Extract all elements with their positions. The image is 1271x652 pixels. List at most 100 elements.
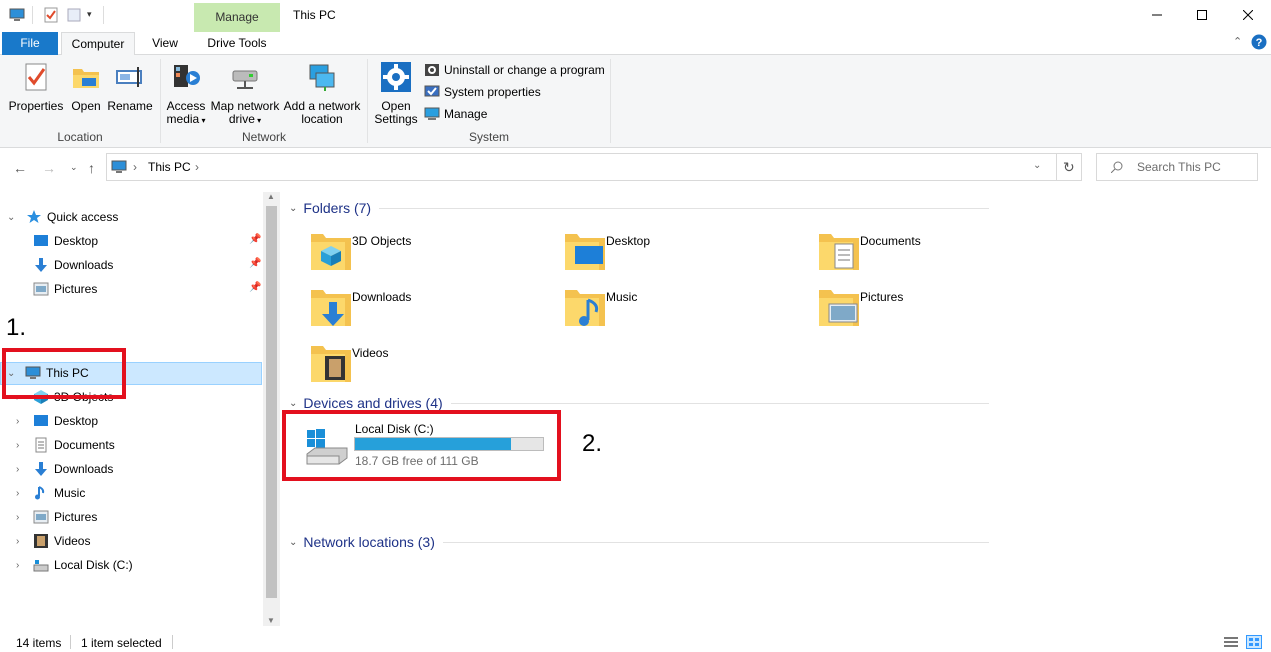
nav-desktop[interactable]: Desktop	[33, 410, 98, 432]
properties-icon	[25, 63, 47, 91]
scroll-thumb[interactable]	[266, 206, 277, 598]
network-section-header[interactable]: ⌄ Network locations (3)	[289, 532, 989, 552]
pin-icon[interactable]: 📌	[249, 282, 261, 293]
settings-gear-icon	[381, 62, 411, 92]
folder-desktop-icon	[565, 234, 605, 270]
rename-button[interactable]: Rename	[107, 61, 153, 113]
nav-quick-access[interactable]: Quick access	[26, 206, 118, 228]
system-properties-button[interactable]: System properties	[424, 83, 541, 101]
ribbon-separator	[610, 59, 611, 143]
system-group-label: System	[468, 130, 509, 144]
nav-documents[interactable]: Documents	[33, 434, 115, 456]
customize-quick-access-icon[interactable]: ▾	[87, 9, 92, 20]
tab-view[interactable]: View	[143, 32, 187, 55]
pictures-icon	[33, 510, 49, 524]
folder-pictures[interactable]: Pictures	[815, 284, 1055, 334]
chevron-right-icon[interactable]: ›	[16, 416, 19, 427]
scroll-up-icon[interactable]: ▲	[267, 192, 275, 201]
this-pc-icon	[111, 160, 127, 173]
nav-quick-pictures[interactable]: Pictures	[33, 278, 97, 300]
nav-label: Videos	[54, 534, 91, 548]
folder-desktop[interactable]: Desktop	[561, 228, 801, 278]
large-icons-view-icon[interactable]	[1246, 635, 1262, 649]
nav-label: Documents	[54, 438, 115, 452]
forward-arrow-icon[interactable]: →	[42, 160, 56, 176]
close-button[interactable]	[1225, 0, 1271, 30]
up-arrow-icon[interactable]: ↑	[88, 160, 95, 176]
open-settings-button[interactable]: Open Settings	[372, 61, 420, 126]
dropdown-arrow-icon: ▾	[254, 116, 262, 125]
collapse-ribbon-icon[interactable]: ⌃	[1233, 35, 1242, 48]
desktop-icon	[34, 235, 48, 246]
close-icon	[1243, 10, 1253, 20]
recent-locations-chevron-icon[interactable]: ⌄	[70, 162, 78, 173]
chevron-right-icon[interactable]: ›	[16, 512, 19, 523]
chevron-right-icon[interactable]: ›	[16, 488, 19, 499]
folder-3d-objects[interactable]: 3D Objects	[307, 228, 547, 278]
nav-scrollbar[interactable]: ▲ ▼	[263, 192, 280, 626]
nav-label: Desktop	[54, 234, 99, 248]
chevron-down-icon: ⌄	[289, 397, 298, 409]
folder-downloads-icon	[311, 290, 351, 326]
pin-icon[interactable]: 📌	[249, 234, 261, 245]
network-header-label: Network locations (3)	[303, 534, 435, 550]
folder-music-icon	[565, 290, 605, 326]
chevron-right-icon[interactable]: ›	[16, 536, 19, 547]
folder-3d-objects-icon	[311, 234, 351, 270]
nav-pictures[interactable]: Pictures	[33, 506, 97, 528]
nav-local-disk[interactable]: Local Disk (C:)	[33, 554, 133, 576]
maximize-button[interactable]	[1179, 0, 1225, 30]
ribbon-tabs: File Computer View Drive Tools ⌃ ?	[0, 32, 1271, 56]
minimize-button[interactable]	[1134, 0, 1180, 30]
address-bar[interactable]: › This PC › ⌄ ↻	[106, 153, 1082, 181]
uninstall-program-button[interactable]: Uninstall or change a program	[424, 61, 605, 79]
tab-drive-tools[interactable]: Drive Tools	[194, 32, 280, 55]
access-media-icon	[174, 65, 200, 87]
properties-button[interactable]: Properties	[8, 61, 64, 113]
properties-check-icon[interactable]	[43, 7, 59, 23]
nav-quick-desktop[interactable]: Desktop	[33, 230, 98, 252]
address-dropdown-icon[interactable]: ⌄	[1033, 160, 1041, 171]
nav-label: Pictures	[54, 510, 98, 524]
back-arrow-icon[interactable]: ←	[13, 160, 27, 176]
chevron-right-icon[interactable]: ›	[16, 440, 19, 451]
breadcrumb-chevron-icon[interactable]: ›	[195, 160, 199, 174]
breadcrumb-chevron-icon[interactable]: ›	[133, 160, 137, 174]
map-network-drive-button[interactable]: Map network drive ▾	[208, 61, 282, 127]
folder-videos[interactable]: Videos	[307, 340, 547, 390]
nav-music[interactable]: Music	[33, 482, 85, 504]
add-network-location-button[interactable]: Add a network location	[283, 61, 361, 126]
nav-quick-downloads[interactable]: Downloads	[33, 254, 113, 276]
folder-documents[interactable]: Documents	[815, 228, 1055, 278]
search-box[interactable]: Search This PC	[1096, 153, 1258, 181]
access-media-label-2: media	[166, 112, 200, 126]
folder-music[interactable]: Music	[561, 284, 801, 334]
details-view-icon[interactable]	[1224, 636, 1238, 648]
manage-button[interactable]: Manage	[424, 105, 487, 123]
ribbon: Properties Open Rename Location Access m…	[0, 55, 1271, 148]
tab-computer[interactable]: Computer	[61, 32, 135, 56]
tab-file[interactable]: File	[2, 32, 58, 55]
scroll-down-icon[interactable]: ▼	[267, 616, 275, 625]
refresh-icon[interactable]: ↻	[1063, 159, 1075, 176]
computer-icon[interactable]	[9, 7, 25, 23]
hard-drive-icon	[33, 560, 49, 572]
folder-downloads[interactable]: Downloads	[307, 284, 547, 334]
open-folder-icon	[73, 69, 99, 88]
folder-videos-icon	[311, 346, 351, 382]
pin-icon[interactable]: 📌	[249, 258, 261, 269]
access-media-button[interactable]: Access media ▾	[164, 61, 208, 127]
help-icon[interactable]: ?	[1251, 34, 1267, 50]
film-strip-icon	[34, 534, 48, 548]
breadcrumb-this-pc[interactable]: This PC	[148, 160, 191, 174]
nav-downloads[interactable]: Downloads	[33, 458, 113, 480]
nav-videos[interactable]: Videos	[33, 530, 90, 552]
chevron-down-icon[interactable]: ⌄	[7, 212, 15, 223]
open-button[interactable]: Open	[67, 61, 105, 113]
folders-section-header[interactable]: ⌄ Folders (7)	[289, 198, 989, 218]
chevron-right-icon[interactable]: ›	[16, 464, 19, 475]
new-folder-icon[interactable]	[66, 7, 82, 23]
chevron-right-icon[interactable]: ›	[16, 560, 19, 571]
window-title: This PC	[293, 8, 336, 22]
nav-label: Desktop	[54, 414, 99, 428]
